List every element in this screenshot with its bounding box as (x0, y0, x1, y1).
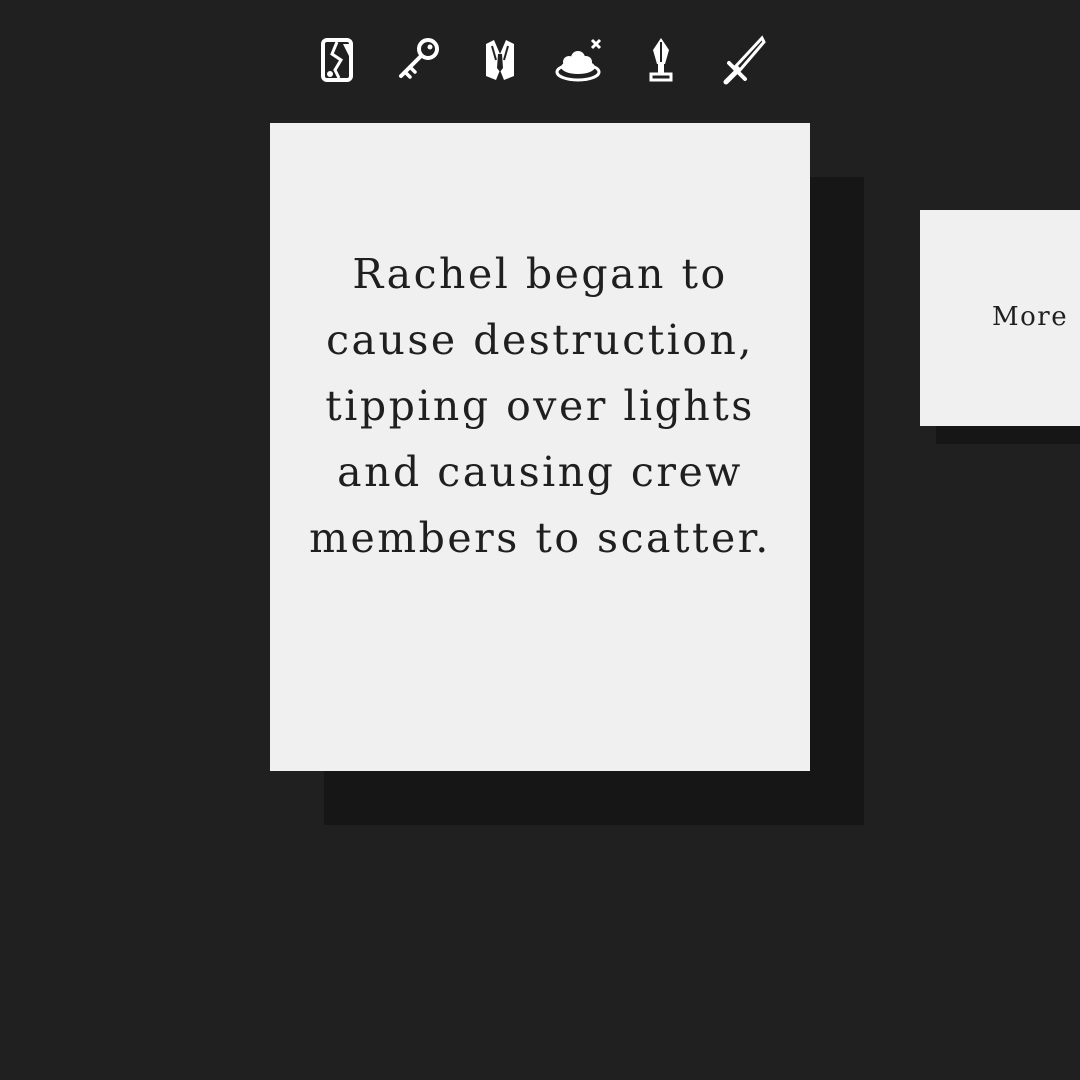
cake-cross-icon[interactable] (555, 34, 603, 86)
sword-icon[interactable] (720, 34, 768, 86)
trophy-crystal-icon[interactable] (637, 34, 685, 86)
more-card[interactable]: More (920, 210, 1080, 426)
icon-toolbar (315, 34, 770, 86)
suit-tie-icon[interactable] (476, 34, 524, 86)
story-card: Rachel began to cause destruction, tippi… (270, 123, 810, 771)
broken-phone-icon[interactable] (315, 34, 363, 86)
story-card-text: Rachel began to cause destruction, tippi… (309, 250, 771, 562)
game-screen: { "icons": [ {"name": "broken-phone-icon… (0, 0, 1080, 1080)
key-icon[interactable] (395, 34, 443, 86)
more-label[interactable]: More (992, 302, 1068, 332)
